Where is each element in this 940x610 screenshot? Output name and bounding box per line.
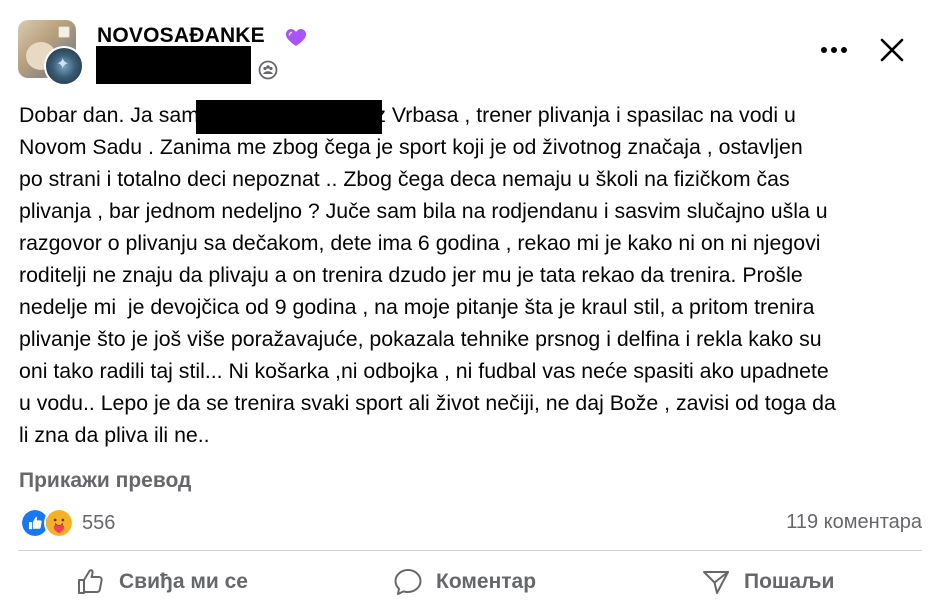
- close-icon: [880, 38, 904, 62]
- post-text-line: oni tako radili taj stil... Ni košarka ,…: [19, 359, 829, 383]
- reactions-summary[interactable]: 556: [20, 507, 115, 539]
- see-translation-link[interactable]: Прикажи превод: [19, 469, 191, 493]
- post-text-line: nedelje mi je devojčica od 9 godina , na…: [19, 295, 815, 319]
- like-button[interactable]: Свиђа ми се: [75, 560, 248, 604]
- divider: [18, 550, 922, 551]
- thumbs-up-icon: [78, 569, 103, 594]
- reaction-count: 556: [82, 511, 116, 534]
- post-text-line: Novom Sadu . Zanima me zbog čega je spor…: [19, 135, 803, 159]
- care-reaction-icon: [44, 508, 74, 538]
- post-text-line: Dobar dan. Ja sam iz Vrbasa , trener pli…: [19, 103, 796, 127]
- post-text-line: plivanje što je još više poražavajuće, p…: [19, 327, 822, 351]
- star-icon: ✦: [56, 56, 70, 73]
- comments-count[interactable]: 119 коментара: [786, 511, 922, 534]
- post-avatars[interactable]: ✦: [18, 20, 84, 86]
- purple-heart-icon: [285, 29, 307, 46]
- post-card: ✦ NOVOSAĐANKE Dobar dan. Ja sam iz Vrbas…: [0, 0, 940, 610]
- post-text-line: razgovor o plivanju sa dečakom, dete ima…: [19, 231, 821, 255]
- post-text-line: u vodu.. Lepo je da se trenira svaki spo…: [19, 391, 836, 415]
- more-options-icon: [821, 47, 847, 53]
- post-text: Dobar dan. Ja sam iz Vrbasa , trener pli…: [19, 99, 924, 451]
- group-audience-icon[interactable]: [258, 60, 278, 80]
- more-options-button[interactable]: [814, 34, 854, 66]
- like-label: Свиђа ми се: [119, 570, 248, 593]
- post-text-line: roditelji ne znaju da plivaju a on treni…: [19, 263, 803, 287]
- share-label: Пошаљи: [744, 570, 835, 593]
- comment-bubble-icon: [394, 569, 422, 595]
- redacted-text: [196, 100, 382, 134]
- post-text-line: po strani i totalno deci nepoznat .. Zbo…: [19, 167, 790, 191]
- comment-label: Коментар: [436, 570, 537, 593]
- post-text-line: plivanja , bar jednom nedeljno ? Juče sa…: [19, 199, 828, 223]
- group-name[interactable]: NOVOSAĐANKE: [97, 24, 265, 48]
- close-button[interactable]: [870, 30, 914, 70]
- author-avatar[interactable]: ✦: [44, 46, 84, 86]
- post-text-line: li zna da pliva ili ne..: [19, 423, 210, 447]
- share-icon: [703, 571, 729, 594]
- share-button[interactable]: Пошаљи: [700, 560, 834, 604]
- comment-button[interactable]: Коментар: [392, 560, 536, 604]
- redacted-author-name: [96, 46, 251, 84]
